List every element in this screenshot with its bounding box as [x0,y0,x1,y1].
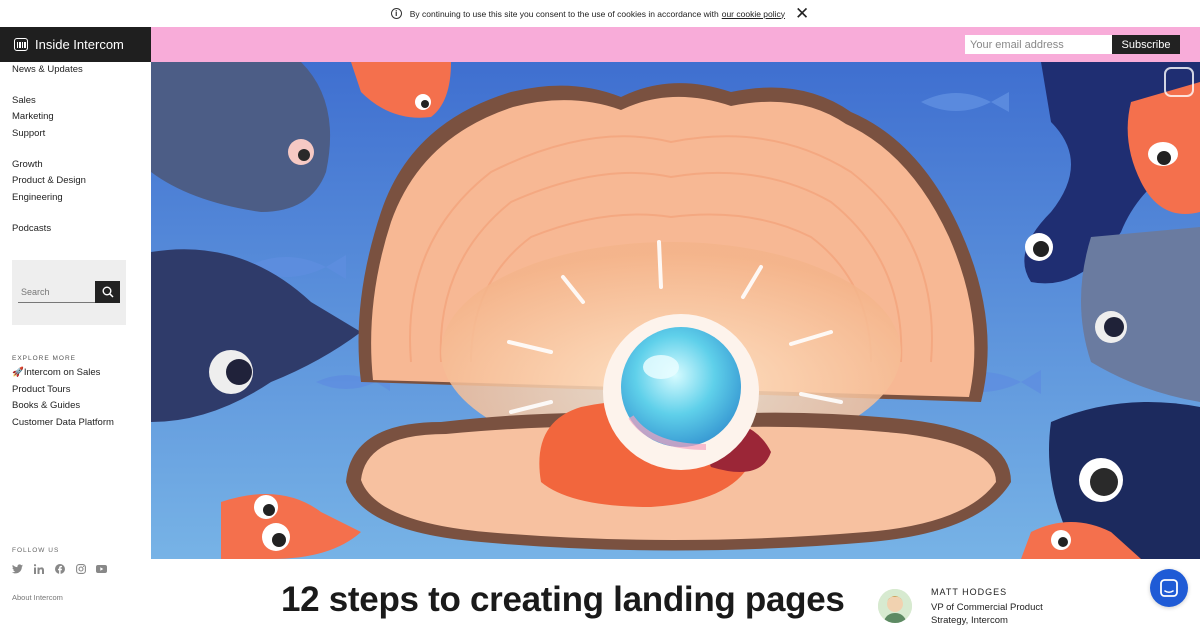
nav-item-engineering[interactable]: Engineering [12,190,151,207]
article-title: 12 steps to creating landing pages [281,580,845,619]
author-name[interactable]: MATT HODGES [931,587,1007,597]
intercom-logo-icon [14,38,28,51]
author-avatar[interactable] [878,589,912,623]
youtube-icon[interactable] [96,563,107,574]
social-links [12,563,107,574]
nav-item-podcasts[interactable]: Podcasts [12,221,151,238]
twitter-icon[interactable] [12,563,23,574]
sidebar: Inside Intercom News & Updates Sales Mar… [0,27,151,619]
email-field[interactable] [965,35,1112,54]
explore-link-books-guides[interactable]: Books & Guides [12,398,114,415]
cookie-banner: i By continuing to use this site you con… [0,0,1200,27]
info-icon: i [390,8,402,19]
brand-name: Inside Intercom [35,37,124,52]
search-input[interactable] [18,281,95,303]
nav-item-support[interactable]: Support [12,126,151,143]
explore-link-customer-data-platform[interactable]: Customer Data Platform [12,415,114,432]
linkedin-icon[interactable] [33,563,44,574]
cookie-text: By continuing to use this site you conse… [409,8,719,19]
cookie-policy-link[interactable]: our cookie policy [722,9,785,19]
subscribe-button[interactable]: Subscribe [1112,35,1180,54]
subscribe-bar: Subscribe [151,27,1200,62]
explore-link-intercom-on-sales[interactable]: 🚀Intercom on Sales [12,365,114,382]
hero-illustration [151,62,1200,559]
search-button[interactable] [95,281,120,303]
nav-item-sales[interactable]: Sales [12,93,151,110]
author-role: VP of Commercial Product Strategy, Inter… [931,602,1043,626]
chat-icon [1160,579,1178,597]
chat-launcher-button[interactable] [1150,569,1188,607]
nav-group-news: News & Updates [0,62,151,79]
explore-link-product-tours[interactable]: Product Tours [12,382,114,399]
nav-group-podcasts: Podcasts [0,221,151,238]
explore-more-title: EXPLORE MORE [12,355,77,362]
nav-group-product: Growth Product & Design Engineering [0,157,151,207]
instagram-icon[interactable] [75,563,86,574]
nav-item-growth[interactable]: Growth [12,157,151,174]
brand-header[interactable]: Inside Intercom [0,27,151,62]
nav-item-product-design[interactable]: Product & Design [12,173,151,190]
close-icon[interactable]: ✕ [795,5,809,22]
follow-us-title: FOLLOW US [12,547,60,554]
nav-item-news-updates[interactable]: News & Updates [12,62,151,79]
nav-group-teams: Sales Marketing Support [0,93,151,143]
facebook-icon[interactable] [54,563,65,574]
search-icon [102,286,114,298]
search-panel [12,260,126,325]
explore-links: 🚀Intercom on Sales Product Tours Books &… [12,365,114,432]
nav-item-marketing[interactable]: Marketing [12,109,151,126]
about-intercom-link[interactable]: About Intercom [12,593,63,602]
